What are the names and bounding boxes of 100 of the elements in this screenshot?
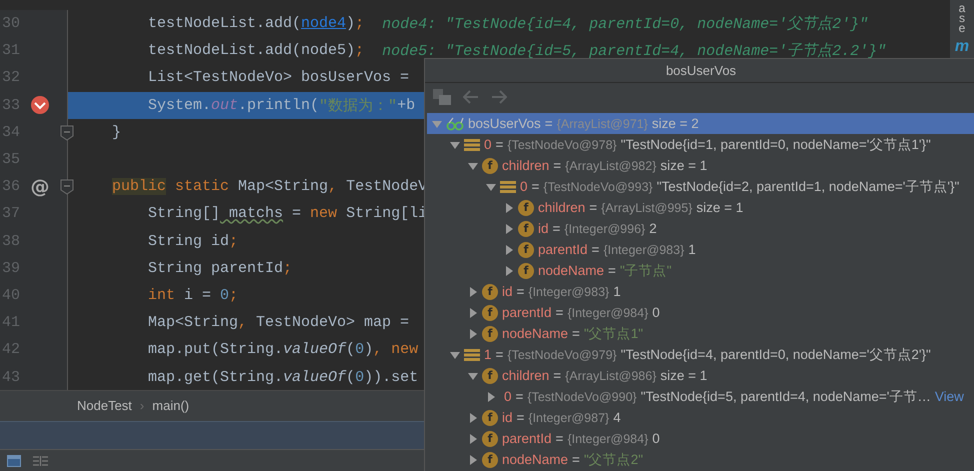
code-text: = xyxy=(291,205,302,222)
variable-name: bosUserVos xyxy=(468,116,541,131)
equals-sign: = xyxy=(552,221,560,236)
field-icon: f xyxy=(482,430,498,446)
code-text: "数据为：" xyxy=(319,96,398,115)
view-link[interactable]: View xyxy=(934,389,964,404)
collapsed-arrow-icon[interactable] xyxy=(468,308,478,318)
variable-name: parentId xyxy=(538,242,588,257)
value-text: "TestNode{id=5, parentId=4, nodeName='子节… xyxy=(640,388,931,406)
variable-name: nodeName xyxy=(502,326,568,341)
code-text: matchs xyxy=(228,205,284,222)
code-text: .println( xyxy=(238,96,320,114)
value-text: 0 xyxy=(652,305,660,320)
tree-row[interactable]: f id = {Integer@996} 2 xyxy=(427,218,974,239)
collapsed-arrow-icon[interactable] xyxy=(468,412,478,422)
expanded-arrow-icon[interactable] xyxy=(468,160,478,170)
field-icon: f xyxy=(482,452,498,468)
tree-row[interactable]: f id = {Integer@983} 1 xyxy=(427,281,974,302)
tree-row[interactable]: f parentId = {Integer@983} 1 xyxy=(427,239,974,260)
expanded-arrow-icon[interactable] xyxy=(468,370,478,380)
code-text: ; xyxy=(355,42,364,60)
tree-row[interactable]: f nodeName = "子节点" xyxy=(427,260,974,281)
code-text: map.get(String. xyxy=(148,368,284,386)
code-text: ; xyxy=(283,260,292,277)
equals-sign: = xyxy=(572,452,580,467)
code-text: testNodeList.add(node5) xyxy=(148,42,356,60)
type-text: {TestNodeVo@978} xyxy=(507,138,617,152)
code-text: } xyxy=(112,124,122,141)
code-text: ; xyxy=(355,15,364,32)
collapsed-arrow-icon[interactable] xyxy=(504,266,514,276)
tree-row[interactable]: 0 = {TestNodeVo@990} "TestNode{id=5, parentId=4, nodeName='子节… View xyxy=(427,386,974,407)
collapsed-arrow-icon[interactable] xyxy=(504,244,514,254)
collapsed-arrow-icon[interactable] xyxy=(504,202,514,212)
list-icon xyxy=(464,348,480,362)
type-text: {Integer@983} xyxy=(528,284,610,298)
equals-sign: = xyxy=(496,347,504,362)
collapsed-arrow-icon[interactable] xyxy=(468,454,478,464)
code-text: ; xyxy=(229,286,238,304)
tree-row[interactable]: 0 = {TestNodeVo@978} "TestNode{id=1, parentId=0, nodeName='父节点1'}" xyxy=(427,134,974,155)
tree-row[interactable]: f nodeName = "父节点1" xyxy=(427,323,974,344)
field-icon: f xyxy=(518,242,534,258)
breadcrumb[interactable]: NodeTest xyxy=(77,398,132,414)
value-text: size = 1 xyxy=(660,368,708,383)
variable-name: 0 xyxy=(484,137,492,152)
breadcrumb[interactable]: main() xyxy=(152,398,190,414)
code-text: String[] xyxy=(148,205,220,222)
expanded-arrow-icon[interactable] xyxy=(486,182,496,192)
value-text: "父节点2" xyxy=(584,450,644,468)
equals-sign: = xyxy=(516,389,524,404)
collapsed-arrow-icon[interactable] xyxy=(486,392,496,402)
type-text: {ArrayList@982} xyxy=(565,158,656,172)
code-text: , xyxy=(238,314,248,332)
type-text: {TestNodeVo@990} xyxy=(527,390,637,404)
fold-icon[interactable] xyxy=(60,179,74,196)
tree-row[interactable]: f children = {ArrayList@982} size = 1 xyxy=(427,155,974,176)
tree-row[interactable]: f parentId = {Integer@984} 0 xyxy=(427,428,974,449)
equals-sign: = xyxy=(608,263,616,278)
code-text: , xyxy=(328,178,338,196)
variable-name: nodeName xyxy=(538,263,604,278)
breakpoint-icon[interactable] xyxy=(30,95,50,116)
equals-sign: = xyxy=(556,431,564,446)
code-text: node4 xyxy=(301,15,346,32)
override-mark[interactable]: @ xyxy=(30,176,50,198)
tree-row[interactable]: f parentId = {Integer@984} 0 xyxy=(427,302,974,323)
breadcrumb-separator: › xyxy=(140,398,144,414)
code-text: System. xyxy=(148,96,212,114)
folder-icon[interactable] xyxy=(433,89,451,105)
side-tab[interactable]: ase xyxy=(956,3,968,34)
layout-icon[interactable] xyxy=(33,456,48,466)
collapsed-arrow-icon[interactable] xyxy=(504,224,514,234)
tree-row[interactable]: f children = {ArrayList@995} size = 1 xyxy=(427,197,974,218)
type-text: {Integer@983} xyxy=(603,242,684,256)
field-icon: f xyxy=(518,262,534,278)
tree-row[interactable]: f children = {ArrayList@986} size = 1 xyxy=(427,365,974,386)
code-text: ) xyxy=(364,341,374,358)
collapsed-arrow-icon[interactable] xyxy=(468,328,478,338)
fold-icon[interactable] xyxy=(60,124,74,141)
code-text: out xyxy=(211,96,238,114)
code-text: static xyxy=(174,178,230,196)
m-icon[interactable]: m xyxy=(952,38,972,56)
collapsed-arrow-icon[interactable] xyxy=(468,286,478,296)
code-text: , xyxy=(373,341,382,358)
type-text: {Integer@984} xyxy=(567,306,648,320)
collapsed-arrow-icon[interactable] xyxy=(468,434,478,444)
code-text: node5: "TestNode{id=5, parentId=4, nodeName='子节点2.2'}" xyxy=(382,42,886,60)
field-icon: f xyxy=(482,304,498,320)
expanded-arrow-icon[interactable] xyxy=(450,140,460,150)
tree-row[interactable]: 1 = {TestNodeVo@979} "TestNode{id=4, parentId=0, nodeName='父节点2'}" xyxy=(427,344,974,365)
code-text: valueOf xyxy=(283,341,346,358)
code-text: Map<String xyxy=(237,178,328,196)
field-icon: f xyxy=(482,158,498,174)
equals-sign: = xyxy=(556,305,564,320)
field-icon: f xyxy=(482,368,498,384)
value-text: "父节点1" xyxy=(584,324,644,342)
tree-row[interactable]: f id = {Integer@987} 4 xyxy=(427,407,974,428)
tree-row[interactable]: 0 = {TestNodeVo@993} "TestNode{id=2, parentId=1, nodeName='子节点'}" xyxy=(427,176,974,197)
variable-name: nodeName xyxy=(502,452,568,467)
type-text: {TestNodeVo@979} xyxy=(507,348,617,362)
expanded-arrow-icon[interactable] xyxy=(450,350,460,360)
code-text: List<TestNodeVo> bosUserVos = xyxy=(148,69,410,86)
